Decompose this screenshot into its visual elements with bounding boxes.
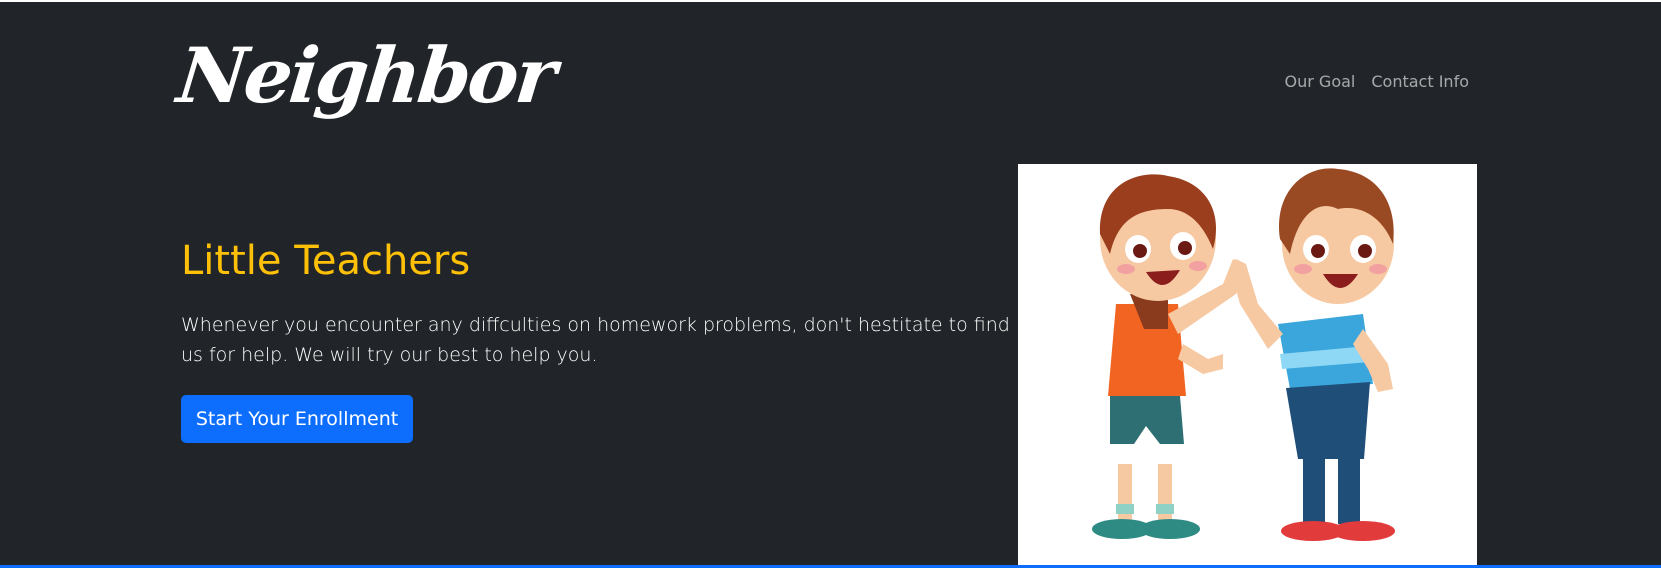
hero-image (1018, 164, 1477, 565)
kid-right (1230, 168, 1395, 541)
hero-title: Little Teachers (181, 238, 471, 284)
kids-high-five-illustration (1092, 168, 1395, 541)
kid-left (1092, 174, 1246, 539)
top-nav: Our Goal Contact Info (1285, 72, 1469, 91)
nav-link-our-goal[interactable]: Our Goal (1285, 72, 1356, 91)
page: Neighbor Our Goal Contact Info Little Te… (0, 2, 1661, 568)
brand-logo[interactable]: Neighbor (173, 31, 557, 120)
hero-description: Whenever you encounter any diffculties o… (181, 314, 1010, 367)
nav-link-contact-info[interactable]: Contact Info (1371, 72, 1469, 91)
start-enrollment-button[interactable]: Start Your Enrollment (181, 395, 413, 443)
